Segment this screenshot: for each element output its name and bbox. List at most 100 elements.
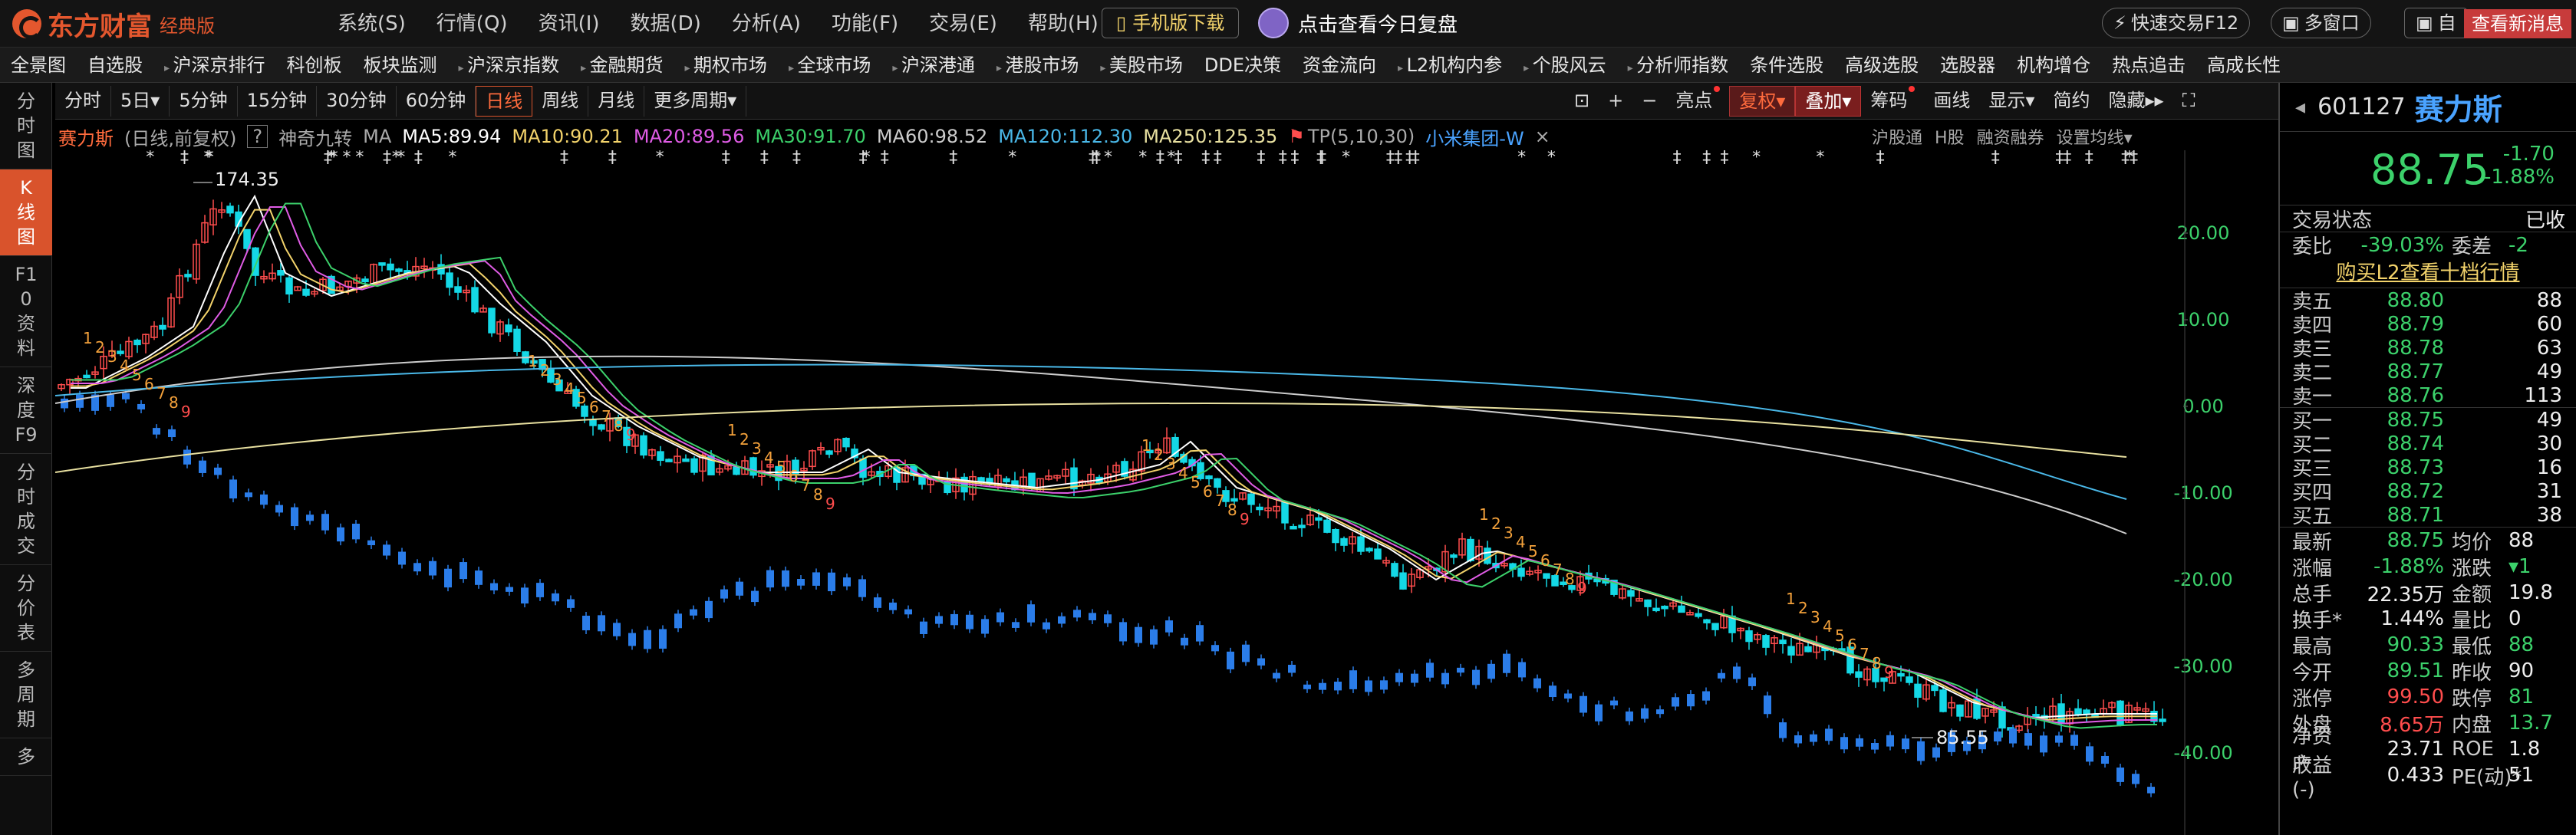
compare-stock-label[interactable]: 小米集团-W bbox=[1425, 123, 1524, 150]
self-button[interactable]: ▣ 自 bbox=[2404, 8, 2468, 38]
candle-body bbox=[1762, 635, 1770, 648]
view-tab-label: 多 bbox=[17, 746, 35, 768]
stat-label-2: 最低 bbox=[2452, 635, 2492, 659]
view-tab[interactable]: K线图 bbox=[0, 169, 52, 256]
nav-item[interactable]: 全球市场 bbox=[778, 48, 881, 83]
nav-item[interactable]: 机构增仓 bbox=[2006, 48, 2101, 83]
nav-item[interactable]: 期权市场 bbox=[674, 48, 777, 83]
quote-stats: 最新 88.75 均价 88 涨幅 -1.88% 涨跌 ▾1 总手 22.35万 金额 19.8 换手*… bbox=[2280, 527, 2576, 801]
y-tick-label: -40.00 bbox=[2173, 742, 2232, 764]
view-tab[interactable]: 分时成交 bbox=[0, 454, 52, 565]
event-marker-icon: ‡ bbox=[414, 150, 423, 167]
menu-item[interactable]: 资讯(I) bbox=[523, 9, 615, 38]
display-button[interactable]: 显示▾ bbox=[1979, 86, 2044, 117]
nav-item[interactable]: 自选股 bbox=[77, 48, 153, 83]
nav-item[interactable]: 金融期货 bbox=[570, 48, 674, 83]
ma30-value: MA30:91.70 bbox=[755, 126, 866, 147]
adjust-button[interactable]: 复权▾ bbox=[1729, 86, 1796, 117]
period-tab[interactable]: 60分钟 bbox=[397, 85, 476, 117]
zoom-in-button[interactable]: + bbox=[1599, 86, 1632, 117]
quick-trade-button[interactable]: ⚡ 快速交易F12 bbox=[2102, 8, 2251, 38]
period-tab[interactable]: 分时 bbox=[55, 85, 111, 117]
nav-item[interactable]: 全景图 bbox=[0, 48, 77, 83]
period-tab[interactable]: 更多周期▾ bbox=[644, 85, 747, 117]
period-tab[interactable]: 月线 bbox=[588, 85, 645, 117]
menu-item[interactable]: 分析(A) bbox=[716, 9, 816, 38]
nav-item[interactable]: DDE决策 bbox=[1194, 48, 1292, 83]
nav-item[interactable]: 美股市场 bbox=[1089, 48, 1193, 83]
period-tab[interactable]: 日线 bbox=[476, 85, 533, 117]
highlight-button[interactable]: 亮点 bbox=[1666, 86, 1729, 117]
menu-item[interactable]: 系统(S) bbox=[322, 9, 421, 38]
candle-body bbox=[1214, 478, 1221, 488]
candle-body bbox=[488, 307, 496, 334]
view-tab[interactable]: 深度F9 bbox=[0, 367, 52, 454]
prev-stock-icon[interactable]: ◂ bbox=[2295, 96, 2305, 119]
magic-nine-label[interactable]: 神奇九转 bbox=[278, 123, 352, 150]
mobile-download-button[interactable]: ▯ 手机版下载 bbox=[1102, 8, 1240, 38]
menu-item[interactable]: 功能(F) bbox=[816, 9, 914, 38]
view-tab[interactable]: 多 bbox=[0, 738, 52, 776]
period-tab[interactable]: 5日▾ bbox=[111, 85, 170, 117]
help-button[interactable]: ? bbox=[247, 125, 268, 148]
nav-item[interactable]: 沪深京排行 bbox=[153, 48, 275, 83]
legend-link[interactable]: 沪股通 bbox=[1872, 124, 1922, 149]
period-tab[interactable]: 15分钟 bbox=[238, 85, 318, 117]
nav-item[interactable]: 高级选股 bbox=[1834, 48, 1929, 83]
level-volume: 88 bbox=[2536, 288, 2562, 312]
magic-nine-number: 7 bbox=[1860, 645, 1869, 663]
daily-review-link[interactable]: 点击查看今日复盘 bbox=[1258, 8, 1458, 38]
overlay-button[interactable]: 叠加▾ bbox=[1795, 86, 1862, 117]
legend-link[interactable]: 融资融券 bbox=[1977, 124, 2044, 149]
chips-button[interactable]: 筹码 bbox=[1861, 86, 1924, 117]
nav-item[interactable]: 科创板 bbox=[275, 48, 352, 83]
ma-label[interactable]: MA bbox=[363, 126, 391, 147]
nav-item[interactable]: 分析师指数 bbox=[1617, 48, 1739, 83]
view-tab[interactable]: 分时图 bbox=[0, 83, 52, 169]
nav-item[interactable]: 热点追击 bbox=[2101, 48, 2196, 83]
view-tab[interactable]: 分价表 bbox=[0, 565, 52, 652]
menu-item[interactable]: 行情(Q) bbox=[421, 9, 523, 38]
simple-button[interactable]: 简约 bbox=[2044, 86, 2099, 117]
magic-nine-number: 6 bbox=[589, 398, 599, 416]
fullscreen-icon[interactable]: ⛶ bbox=[2173, 86, 2205, 117]
menu-item[interactable]: 帮助(H) bbox=[1013, 9, 1114, 38]
chart-tools: ⊡ + − 亮点 复权▾ 叠加▾ 筹码 画线 显示▾ 简约 隐藏▸▸ ⛶ bbox=[1565, 83, 2204, 120]
tp-label[interactable]: TP(5,10,30) bbox=[1308, 126, 1415, 147]
menu-item[interactable]: 数据(D) bbox=[615, 9, 716, 38]
kline-chart[interactable]: 20.0010.000.00-10.00-20.00-30.00-40.00* ‡… bbox=[55, 150, 2278, 835]
lock-icon[interactable]: ⊡ bbox=[1565, 86, 1599, 117]
nav-item[interactable]: 沪深港通 bbox=[881, 48, 985, 83]
nav-item[interactable]: 条件选股 bbox=[1739, 48, 1834, 83]
view-tab-label: 深度F9 bbox=[15, 375, 38, 445]
legend-link[interactable]: H股 bbox=[1935, 124, 1965, 149]
period-tab[interactable]: 30分钟 bbox=[317, 85, 397, 117]
level-price: 88.74 bbox=[2387, 432, 2444, 455]
chart-mode-label: (日线,前复权) bbox=[124, 127, 237, 150]
nav-item[interactable]: 个股风云 bbox=[1513, 48, 1616, 83]
multi-window-button[interactable]: ▣ 多窗口 bbox=[2271, 8, 2371, 38]
nav-item[interactable]: 沪深京指数 bbox=[447, 48, 569, 83]
period-tab[interactable]: 5分钟 bbox=[170, 85, 238, 117]
legend-link[interactable]: 设置均线▾ bbox=[2057, 124, 2133, 149]
magic-nine-number: 9 bbox=[626, 426, 636, 444]
event-marker-icon: ‡ bbox=[1394, 150, 1402, 167]
ma20-value: MA20:89.56 bbox=[633, 126, 745, 147]
period-tab[interactable]: 周线 bbox=[532, 85, 589, 117]
nav-item[interactable]: 高成长性 bbox=[2196, 48, 2291, 83]
news-button[interactable]: 查看新消息 bbox=[2464, 9, 2571, 38]
nav-item[interactable]: L2机构内参 bbox=[1387, 48, 1513, 83]
draw-line-button[interactable]: 画线 bbox=[1924, 86, 1979, 117]
nav-item[interactable]: 港股市场 bbox=[986, 48, 1089, 83]
nav-item[interactable]: 资金流向 bbox=[1292, 48, 1387, 83]
view-tab[interactable]: 多周期 bbox=[0, 652, 52, 738]
zoom-out-button[interactable]: − bbox=[1632, 86, 1666, 117]
stat-row: 今开 89.51 昨收 90 bbox=[2280, 658, 2576, 685]
hide-button[interactable]: 隐藏▸▸ bbox=[2099, 86, 2172, 117]
menu-item[interactable]: 交易(E) bbox=[914, 9, 1013, 38]
close-compare-icon[interactable]: × bbox=[1535, 126, 1550, 147]
nav-item[interactable]: 板块监测 bbox=[352, 48, 447, 83]
buy-l2-link[interactable]: 购买L2查看十档行情 bbox=[2280, 258, 2576, 288]
nav-item[interactable]: 选股器 bbox=[1929, 48, 2006, 83]
view-tab[interactable]: F10资料 bbox=[0, 256, 52, 367]
